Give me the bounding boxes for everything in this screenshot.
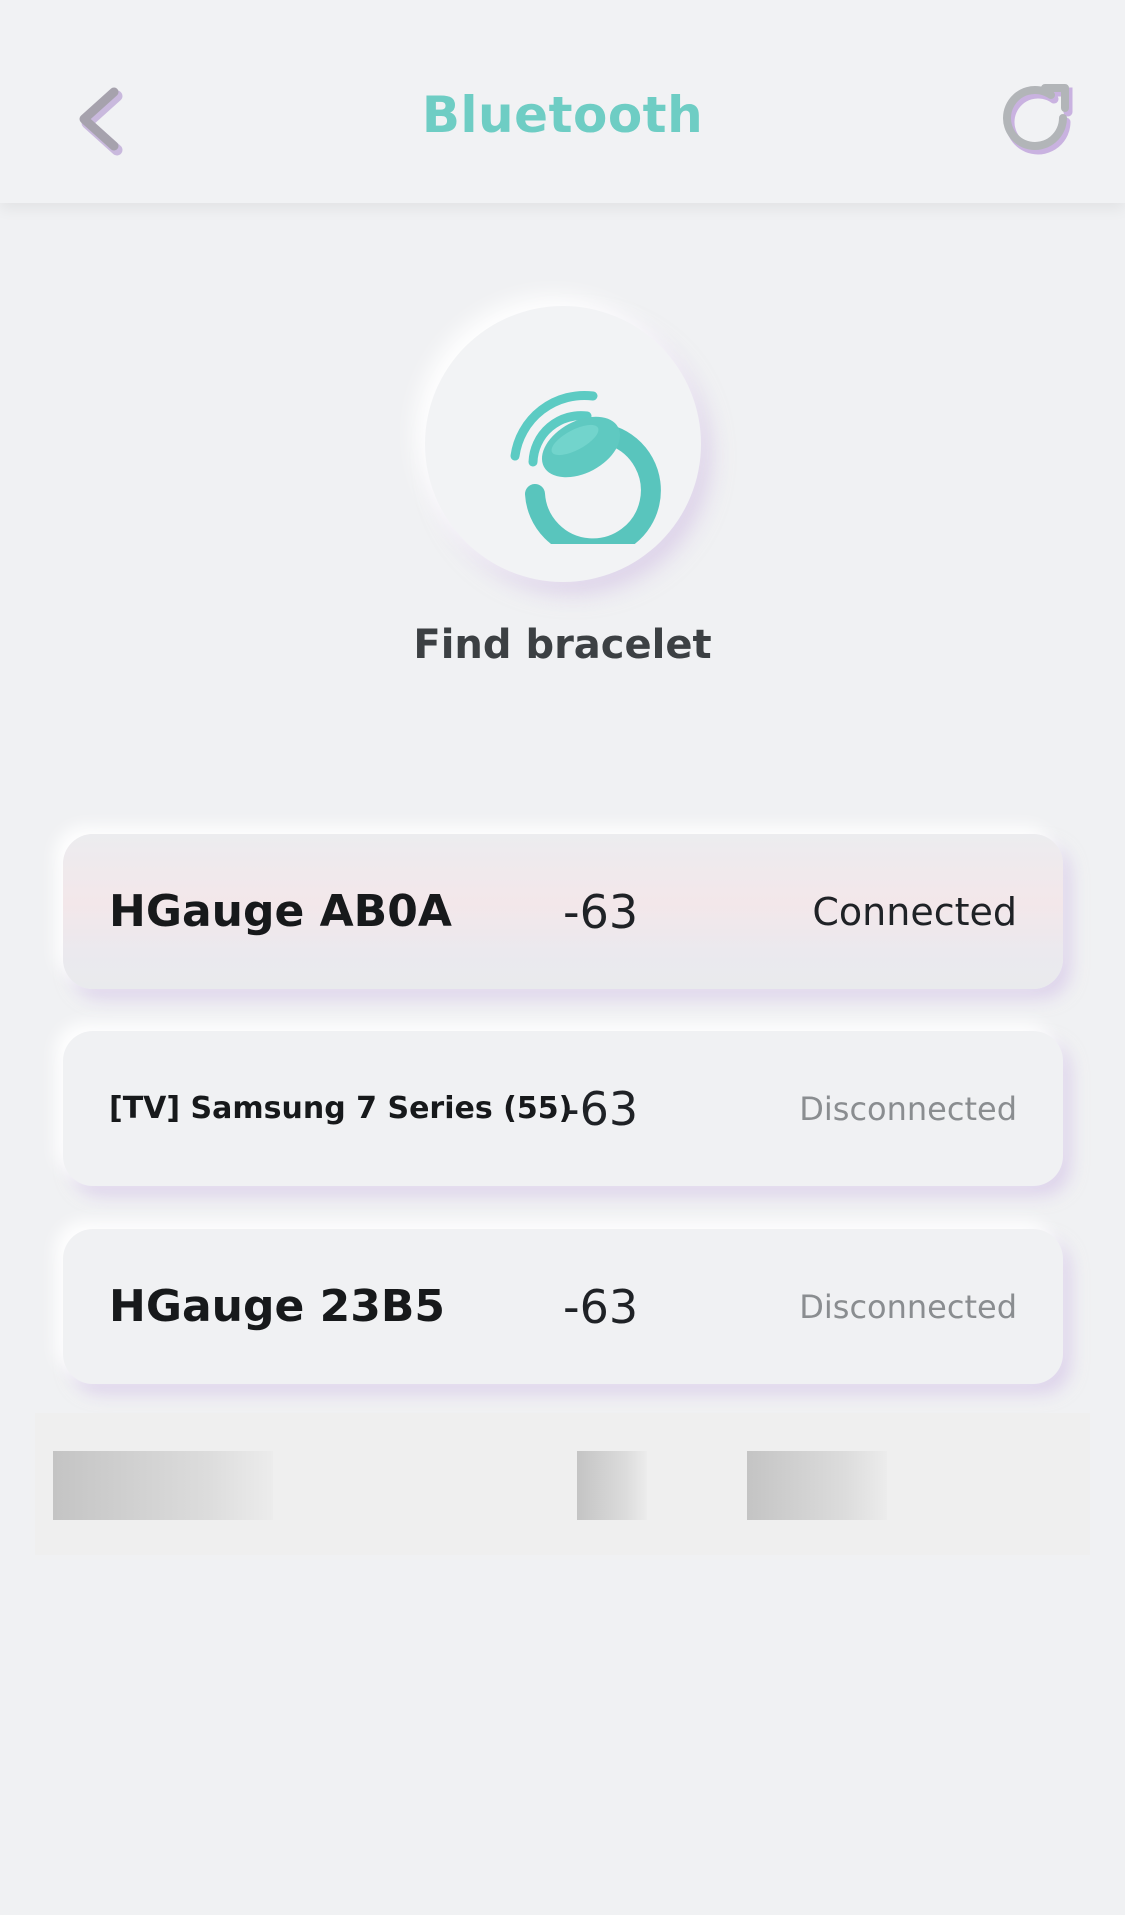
device-name: [TV] Samsung 7 Series (55) xyxy=(109,1091,573,1126)
bracelet-signal-icon xyxy=(510,390,661,544)
find-bracelet-label: Find bracelet xyxy=(413,622,712,668)
refresh-icon xyxy=(1003,84,1073,155)
loading-placeholder-row xyxy=(35,1413,1090,1555)
device-row[interactable]: HGauge 23B5 -63 Disconnected xyxy=(63,1229,1063,1384)
device-status: Disconnected xyxy=(799,1287,1017,1326)
placeholder-bar-name xyxy=(53,1451,273,1520)
device-rssi: -63 xyxy=(563,1081,639,1136)
page-title: Bluetooth xyxy=(421,86,704,144)
device-name: HGauge 23B5 xyxy=(109,1281,445,1332)
device-status: Connected xyxy=(812,889,1017,934)
device-status: Disconnected xyxy=(799,1089,1017,1128)
device-rssi: -63 xyxy=(563,884,639,939)
placeholder-bar-status xyxy=(747,1451,887,1520)
device-row[interactable]: HGauge AB0A -63 Connected xyxy=(63,834,1063,989)
device-name: HGauge AB0A xyxy=(109,886,452,937)
placeholder-bar-rssi xyxy=(577,1451,647,1520)
device-rssi: -63 xyxy=(563,1279,639,1334)
find-bracelet-button[interactable] xyxy=(425,306,701,582)
top-bar: Bluetooth xyxy=(0,0,1125,203)
device-row[interactable]: [TV] Samsung 7 Series (55) -63 Disconnec… xyxy=(63,1031,1063,1186)
refresh-button[interactable] xyxy=(995,78,1085,168)
